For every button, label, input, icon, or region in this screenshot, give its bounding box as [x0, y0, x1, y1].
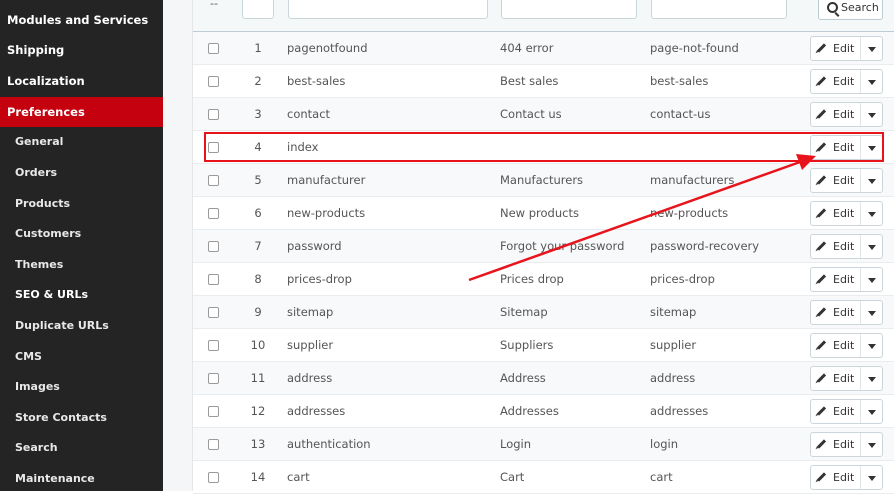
annotation-arrow-line	[468, 160, 801, 282]
annotation-arrow-head	[796, 154, 816, 170]
annotation-arrow	[468, 154, 816, 282]
